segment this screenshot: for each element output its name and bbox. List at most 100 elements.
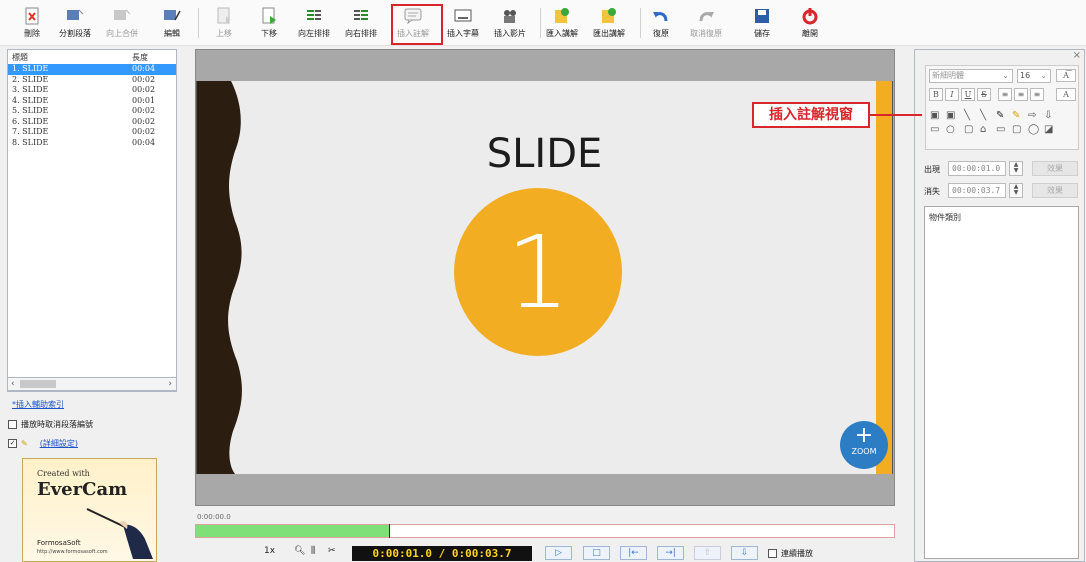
slide-list-row[interactable]: 5. SLIDE 00:02: [8, 106, 176, 117]
continuous-play-option[interactable]: 連續播放: [768, 548, 813, 559]
insert-video-button[interactable]: 插入影片: [494, 6, 526, 44]
undo-icon: [651, 6, 671, 26]
appear-label: 出現: [924, 165, 940, 174]
redo-button[interactable]: 取消復原: [690, 6, 722, 44]
scissors-icon[interactable]: ✂: [328, 546, 336, 556]
slide-list-row[interactable]: 2. SLIDE 00:02: [8, 75, 176, 86]
prev-slide-button[interactable]: ⇧: [694, 546, 721, 560]
go-start-button[interactable]: |←: [620, 546, 647, 560]
appear-time-field[interactable]: 00:00:01.0: [948, 161, 1006, 176]
timeline-bar[interactable]: [195, 524, 895, 538]
blur-icon[interactable]: ◪: [1044, 124, 1053, 135]
timeline-timecode: 0:00:00.0: [197, 513, 231, 521]
export-annotation-button[interactable]: 匯出講解: [593, 6, 625, 44]
skip-numbering-checkbox[interactable]: [8, 420, 17, 429]
undo-button[interactable]: 復原: [651, 6, 671, 44]
move-up-button[interactable]: 上移: [214, 6, 234, 44]
insert-subtitle-button[interactable]: 插入字幕: [447, 6, 479, 44]
scrollbar-thumb[interactable]: [20, 380, 56, 388]
disappear-effect-button[interactable]: 效果: [1032, 183, 1078, 198]
shape-icon[interactable]: ⌂: [980, 124, 986, 135]
arrow-right-icon[interactable]: ⇨: [1028, 110, 1036, 121]
strikethrough-button[interactable]: S: [977, 88, 991, 101]
align-right-icon[interactable]: ≡: [1030, 88, 1044, 101]
close-icon[interactable]: ×: [1073, 50, 1081, 61]
split-icon: [65, 6, 85, 26]
toolbar: 刪除 分割段落 向上合併 編輯 上移 下移 向左排排 向右排排 插入註解 插入字…: [0, 0, 1086, 46]
arrow-down-icon[interactable]: ⇩: [1044, 110, 1052, 121]
stop-button[interactable]: □: [583, 546, 610, 560]
align-center-icon[interactable]: ≡: [1014, 88, 1028, 101]
annotation-highlight-box: [391, 4, 443, 45]
disappear-time-field[interactable]: 00:00:03.7: [948, 183, 1006, 198]
chevron-down-icon: ⌄: [1002, 71, 1009, 80]
scroll-right-icon[interactable]: ›: [168, 379, 172, 389]
pen-icon[interactable]: ✎: [996, 110, 1004, 121]
italic-button[interactable]: I: [945, 88, 959, 101]
slide-list-row[interactable]: 8. SLIDE 00:04: [8, 138, 176, 149]
edit-button[interactable]: 編輯: [162, 6, 182, 44]
slide-list-scrollbar[interactable]: ‹ ›: [7, 377, 177, 391]
detail-settings-link[interactable]: (詳細設定): [40, 438, 78, 449]
rectangle-icon[interactable]: ▭: [930, 124, 939, 135]
separator: [198, 8, 199, 38]
pointer-option[interactable]: ✓ ✎ (詳細設定): [8, 438, 78, 449]
split-button[interactable]: 分割段落: [59, 6, 91, 44]
move-up-icon: [214, 6, 234, 26]
column-title-header[interactable]: 標題: [12, 52, 132, 62]
slide-list-row[interactable]: 4. SLIDE 00:01: [8, 96, 176, 107]
slide-list-row[interactable]: 1. SLIDE 00:04: [8, 64, 176, 75]
ellipse-icon[interactable]: ○: [946, 124, 955, 135]
image-frame-icon[interactable]: ▣: [946, 110, 955, 121]
font-color-button[interactable]: A: [1056, 88, 1076, 101]
export-icon: [599, 6, 619, 26]
bold-button[interactable]: B: [929, 88, 943, 101]
slide-list-row[interactable]: 6. SLIDE 00:02: [8, 117, 176, 128]
slide-number: 1: [506, 213, 570, 331]
markers-icon[interactable]: ⫼: [311, 546, 315, 556]
underline-button[interactable]: U: [961, 88, 975, 101]
align-left-button[interactable]: 向左排排: [298, 6, 330, 44]
font-select[interactable]: 新細明體 ⌄: [929, 69, 1013, 83]
insert-index-link[interactable]: *插入輔助索引: [12, 399, 64, 410]
callout-round-icon[interactable]: ▢: [1012, 124, 1021, 135]
move-down-button[interactable]: 下移: [259, 6, 279, 44]
exit-button[interactable]: 離開: [800, 6, 820, 44]
object-list[interactable]: 物件類別: [924, 206, 1079, 559]
slide-list-row[interactable]: 7. SLIDE 00:02: [8, 127, 176, 138]
line2-icon[interactable]: ╲: [980, 110, 986, 121]
delete-button[interactable]: 刪除: [22, 6, 42, 44]
slide-list-header: 標題 長度: [8, 50, 176, 64]
rounded-rect-icon[interactable]: ▢: [964, 124, 973, 135]
import-icon: [552, 6, 572, 26]
font-size-select[interactable]: 16 ⌄: [1017, 69, 1051, 83]
merge-up-button[interactable]: 向上合併: [106, 6, 138, 44]
disappear-time-spinner[interactable]: ▲ ▼: [1009, 183, 1023, 198]
zoom-icon[interactable]: 🔍︎: [294, 546, 305, 556]
go-end-button[interactable]: →|: [657, 546, 684, 560]
grow-font-button[interactable]: A͡: [1056, 69, 1076, 82]
callout-rect-icon[interactable]: ▭: [996, 124, 1005, 135]
appear-effect-button[interactable]: 效果: [1032, 161, 1078, 176]
speech-bubble-icon[interactable]: ◯: [1028, 124, 1039, 135]
play-button[interactable]: ▷: [545, 546, 572, 560]
pointer-checkbox[interactable]: ✓: [8, 439, 17, 448]
skip-numbering-option[interactable]: 播放時取消段落編號: [8, 419, 93, 430]
import-annotation-button[interactable]: 匯入講解: [546, 6, 578, 44]
zoom-button[interactable]: + ZOOM: [840, 421, 888, 469]
column-length-header[interactable]: 長度: [132, 52, 148, 62]
slide-list-row[interactable]: 3. SLIDE 00:02: [8, 85, 176, 96]
align-right-button[interactable]: 向右排排: [345, 6, 377, 44]
highlighter-icon[interactable]: ✎: [1012, 110, 1020, 121]
playback-speed[interactable]: 1x: [264, 546, 275, 556]
align-left-icon[interactable]: ≡: [998, 88, 1012, 101]
timeline-cursor[interactable]: [389, 524, 391, 538]
appear-time-spinner[interactable]: ▲ ▼: [1009, 161, 1023, 176]
next-slide-button[interactable]: ⇩: [731, 546, 758, 560]
save-button[interactable]: 儲存: [752, 6, 772, 44]
scroll-left-icon[interactable]: ‹: [11, 379, 15, 389]
image-shape-icon[interactable]: ▣: [930, 110, 939, 121]
line-icon[interactable]: ╲: [964, 110, 970, 121]
slide-canvas[interactable]: SLIDE 1 + ZOOM: [196, 81, 893, 474]
continuous-play-checkbox[interactable]: [768, 549, 777, 558]
